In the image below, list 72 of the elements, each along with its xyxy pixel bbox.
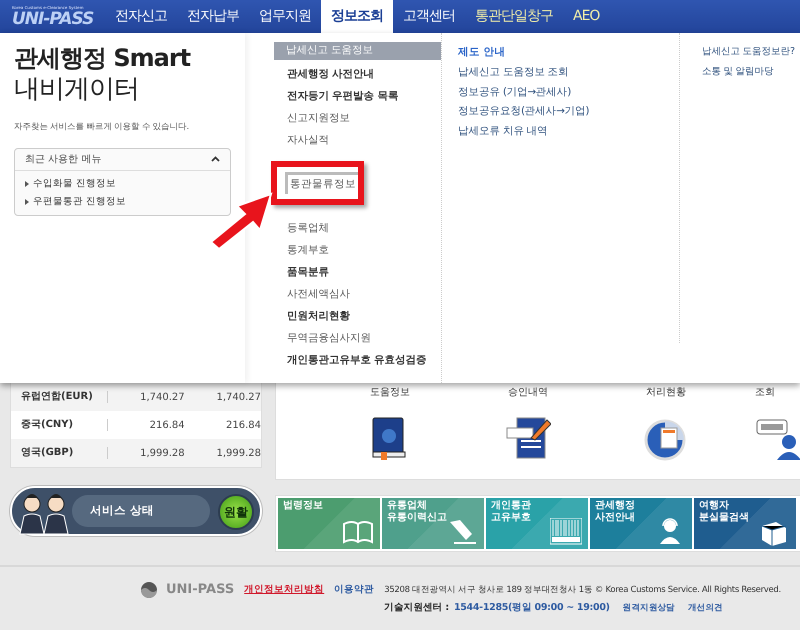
footer-address: 35208 대전광역시 서구 청사로 189 정부대전청사 1동 © Korea Customs Service. All Rights Reserved. bbox=[384, 584, 781, 597]
nav-tab[interactable]: AEO bbox=[563, 0, 610, 33]
menu-link[interactable]: 소통 및 알림마당 bbox=[702, 65, 795, 85]
navigator-description: 자주찾는 서비스를 빠르게 이용할 수 있습니다. bbox=[14, 121, 190, 134]
nav-tab[interactable]: 통관단일창구 bbox=[465, 0, 563, 33]
menu-item[interactable]: 통계부호 bbox=[275, 240, 441, 262]
tile-label: 유통업체 bbox=[387, 500, 428, 512]
nav-tab[interactable]: 전자납부 bbox=[177, 0, 249, 33]
menu-item[interactable]: 사전세액심사 bbox=[275, 284, 441, 306]
nav-tab[interactable]: 고객센터 bbox=[393, 0, 465, 33]
menu-link[interactable]: 정보공유요청(관세사→기업) bbox=[458, 104, 679, 124]
recent-menu-title: 최근 사용한 메뉴 bbox=[25, 152, 102, 167]
book-icon bbox=[342, 518, 374, 546]
shortcut-tile[interactable]: 관세행정 사전안내 bbox=[590, 498, 692, 549]
menu-item[interactable]: 관세행정 사전안내 bbox=[275, 64, 441, 86]
menu-link[interactable]: 납세오류 치유 내역 bbox=[458, 124, 679, 143]
bullet-icon bbox=[25, 180, 29, 187]
menu-link[interactable]: 정보공유 (기업→관세사) bbox=[458, 84, 679, 104]
tile-label: 관세행정 bbox=[595, 500, 636, 512]
menu-item[interactable]: 통관물류정보 bbox=[285, 172, 358, 194]
navigator-subtitle: 내비게이터 bbox=[14, 73, 140, 105]
rate-cell-text: 1,740.27 bbox=[215, 390, 261, 404]
menu-item[interactable]: 전자등기 우편발송 목록 bbox=[275, 86, 441, 108]
footer-link[interactable]: 개선의견 bbox=[688, 602, 723, 614]
shortcut-label[interactable]: 조회 bbox=[755, 385, 775, 400]
nav-tab[interactable]: 전자신고 bbox=[105, 0, 177, 33]
service-status-label: 서비스 상태 bbox=[90, 502, 154, 520]
recent-menu-item[interactable]: 수입화물 진행정보 bbox=[33, 176, 116, 191]
nav-tab[interactable]: 정보조회 bbox=[321, 0, 393, 33]
emblem-icon bbox=[140, 581, 158, 599]
navigator-title: 관세행정 Smart bbox=[14, 43, 192, 73]
menu-link[interactable]: 납세신고 도움정보란? bbox=[702, 45, 795, 65]
tile-label: 사전안내 bbox=[595, 512, 636, 524]
currency-cell: 영국(GBP) bbox=[11, 447, 108, 459]
recent-menu-item[interactable]: 우편물통관 진행정보 bbox=[33, 195, 126, 210]
tile-label: 고유부호 bbox=[491, 512, 532, 524]
rate-cell-text: 1,740.27 bbox=[139, 390, 185, 404]
menu-item[interactable]: 무역금융심사지원 bbox=[275, 328, 441, 350]
menu-item[interactable]: 등록업체 bbox=[275, 218, 441, 240]
footer-link[interactable]: 이용약관 bbox=[334, 582, 374, 598]
footer-link[interactable]: 원격지원상담 bbox=[622, 602, 675, 614]
support-phone: 1544-1285(평일 09:00 ~ 19:00) bbox=[454, 600, 610, 615]
nav-tab[interactable]: 업무지원 bbox=[249, 0, 321, 33]
currency-cell: 중국(CNY) bbox=[11, 419, 108, 431]
shortcut-label[interactable]: 처리현황 bbox=[646, 385, 686, 400]
rate-cell-text: 216.84 bbox=[148, 418, 185, 432]
tile-label: 개인통관 bbox=[491, 500, 532, 512]
menu-item[interactable]: 민원처리현황 bbox=[275, 306, 441, 328]
footer-link[interactable]: 개인정보처리방침 bbox=[244, 582, 324, 598]
support-label: 기술지원센터 : bbox=[384, 600, 449, 615]
tile-label: 법령정보 bbox=[283, 500, 324, 512]
footer-logo: UNI-PASS bbox=[166, 581, 234, 600]
barcode-icon bbox=[550, 518, 582, 546]
rate-cell-text: 216.84 bbox=[225, 418, 261, 432]
shortcut-label[interactable]: 도움정보 bbox=[370, 385, 410, 400]
menu-item[interactable]: 신고지원정보 bbox=[275, 108, 441, 130]
bullet-icon bbox=[25, 199, 29, 206]
rate-cell-text: 1,999.28 bbox=[215, 446, 261, 460]
menu-item[interactable]: 품목분류 bbox=[275, 262, 441, 284]
currency-cell: 유럽연합(EUR) bbox=[11, 391, 108, 403]
tile-label: 여행자 bbox=[699, 500, 730, 512]
menu-item[interactable]: 자사실적 bbox=[275, 130, 441, 152]
chevron-up-icon[interactable] bbox=[211, 156, 220, 162]
shortcut-tile[interactable]: 여행자 분실물검색 bbox=[694, 498, 796, 549]
tile-label: 분실물검색 bbox=[699, 512, 750, 524]
menu-link[interactable]: 납세신고 도움정보 조회 bbox=[458, 65, 679, 84]
tile-label: 유통이력신고 bbox=[387, 512, 448, 524]
menu-item[interactable]: 개인통관고유부호 유효성검증 bbox=[275, 350, 441, 372]
section-heading: 제도 안내 bbox=[458, 45, 507, 60]
shortcut-label[interactable]: 승인내역 bbox=[508, 385, 548, 400]
rate-cell-text: 1,999.28 bbox=[139, 446, 185, 460]
status-indicator: 원활 bbox=[218, 494, 254, 530]
